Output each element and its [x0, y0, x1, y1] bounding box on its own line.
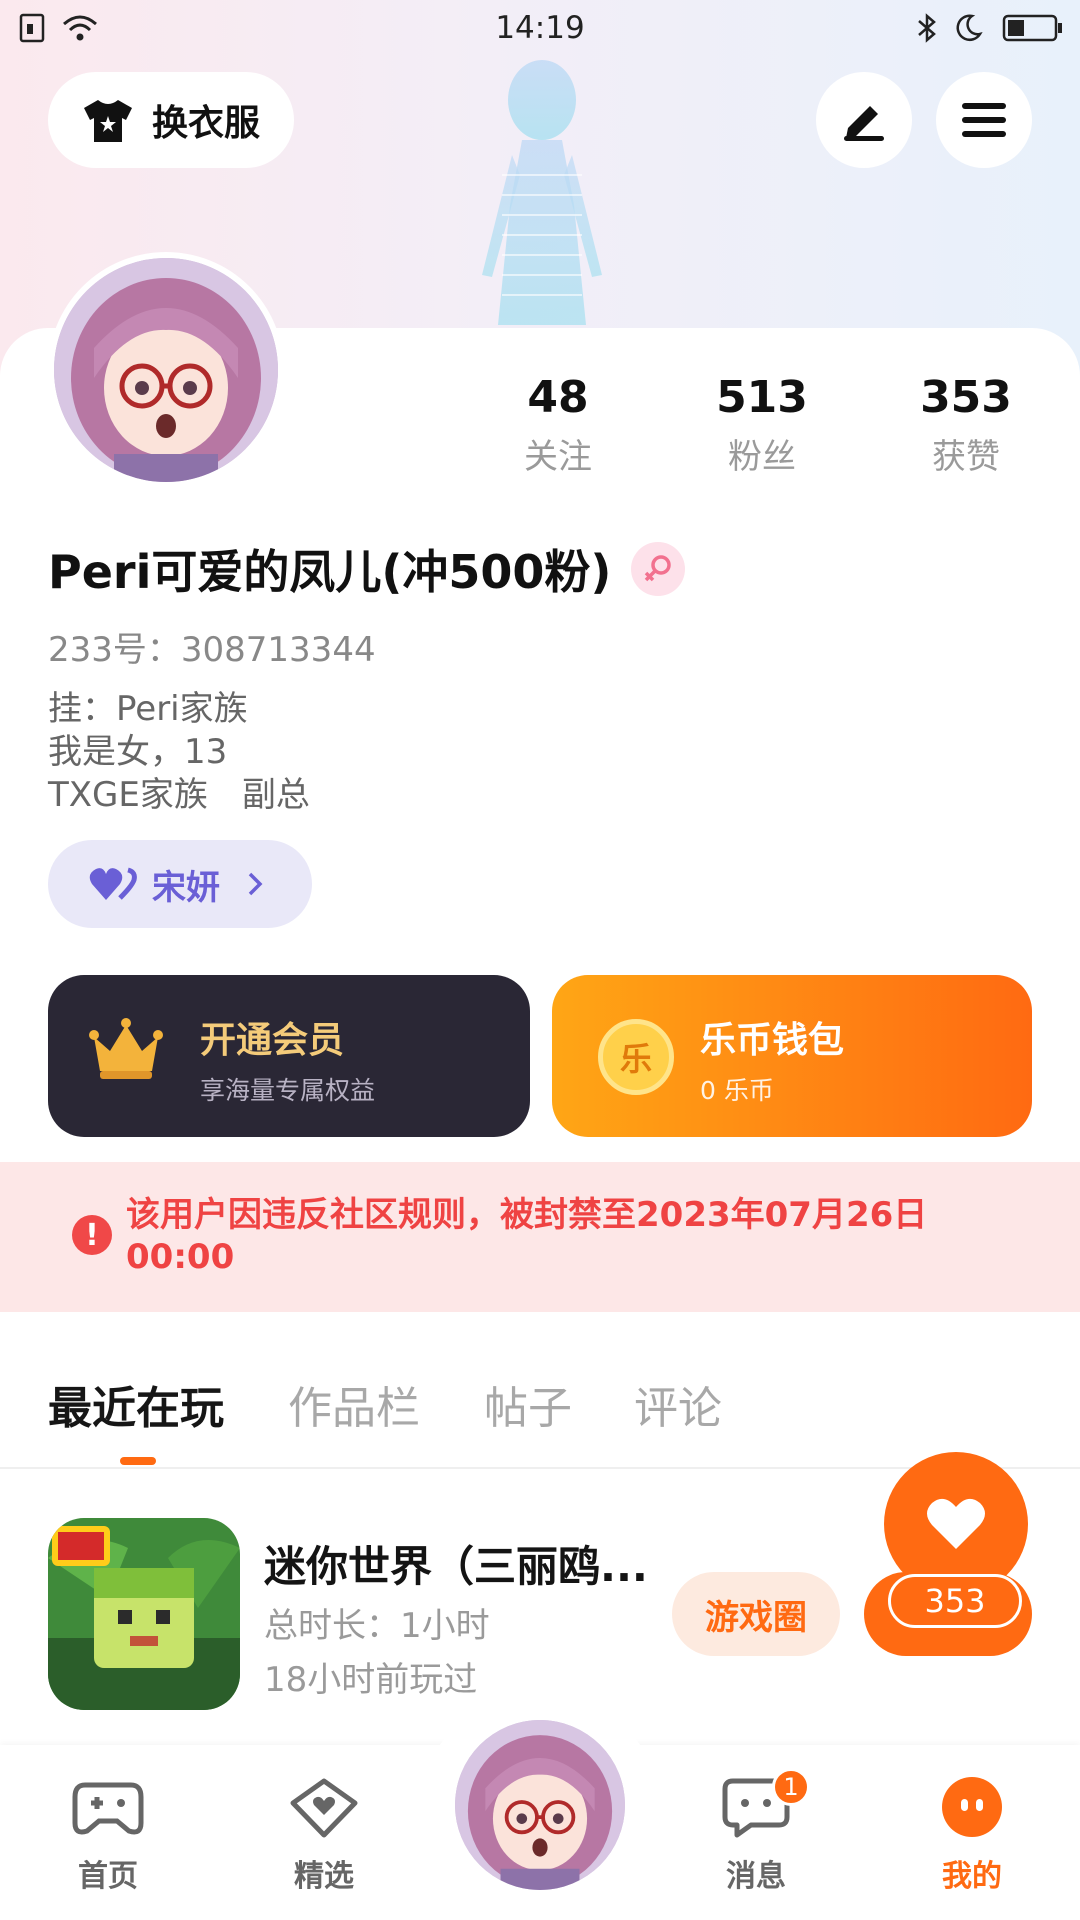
profile-face-icon	[942, 1777, 1002, 1837]
game-title[interactable]: 迷你世界（三丽鸥...	[264, 1533, 648, 1594]
double-heart-icon	[89, 867, 137, 900]
vip-membership-card[interactable]: 开通会员 享海量专属权益	[48, 975, 530, 1137]
menu-button[interactable]	[936, 72, 1032, 168]
bio-line: 我是女，13	[48, 732, 228, 772]
likes-label: 获赞	[932, 437, 1000, 477]
center-avatar-button[interactable]	[455, 1720, 625, 1890]
profile-tabs: 最近在玩 作品栏 帖子 评论	[0, 1372, 1080, 1468]
anime-girl-avatar-image	[455, 1720, 625, 1890]
battery-icon	[1002, 14, 1062, 42]
bio: 挂：Peri家族 我是女，13 TXGE家族 副总	[48, 688, 310, 817]
tab-recently-played[interactable]: 最近在玩	[48, 1372, 224, 1436]
nav-me-label: 我的	[942, 1859, 1002, 1894]
heart-icon	[927, 1498, 985, 1549]
vip-title: 开通会员	[200, 1020, 345, 1061]
profile-avatar[interactable]	[48, 252, 284, 488]
nav-home[interactable]: 首页	[38, 1775, 178, 1895]
likes-stat[interactable]: 353 获赞	[876, 372, 1056, 478]
unread-messages-badge: 1	[772, 1768, 810, 1806]
change-outfit-button[interactable]: 换衣服	[48, 72, 294, 168]
friend-name: 宋妍	[152, 867, 220, 908]
change-outfit-label: 换衣服	[152, 103, 261, 144]
bio-line: TXGE家族 副总	[48, 775, 310, 815]
followers-count: 513	[716, 372, 808, 423]
tab-works[interactable]: 作品栏	[288, 1372, 420, 1436]
likes-count: 353	[920, 372, 1012, 423]
wallet-title: 乐币钱包	[700, 1020, 845, 1061]
crown-icon	[89, 1018, 163, 1079]
following-stat[interactable]: 48 关注	[468, 372, 648, 478]
pen-icon	[844, 106, 884, 141]
wallet-card[interactable]: 乐 乐币钱包 0 乐币	[552, 975, 1032, 1137]
gamepad-icon	[72, 1782, 144, 1835]
bio-line: 挂：Peri家族	[48, 689, 248, 729]
active-tab-indicator	[120, 1457, 156, 1465]
do-not-disturb-moon-icon	[956, 14, 983, 41]
following-count: 48	[527, 372, 589, 423]
user-id: 233号：308713344	[48, 630, 376, 670]
following-label: 关注	[524, 437, 592, 477]
coin-icon: 乐	[598, 1019, 674, 1095]
nav-featured[interactable]: 精选	[254, 1775, 394, 1895]
heart-shield-icon	[290, 1778, 358, 1838]
hamburger-menu-icon	[962, 103, 1006, 137]
nav-messages-label: 消息	[726, 1859, 786, 1894]
game-thumbnail[interactable]	[48, 1518, 240, 1710]
followers-stat[interactable]: 513 粉丝	[672, 372, 852, 478]
game-circle-button[interactable]: 游戏圈	[672, 1572, 840, 1656]
bluetooth-icon	[918, 13, 936, 43]
ban-notice-banner: ! 该用户因违反社区规则，被封禁至2023年07月26日 00:00	[0, 1162, 1080, 1312]
mini-world-game-icon	[48, 1518, 240, 1710]
followers-label: 粉丝	[728, 437, 796, 477]
female-gender-icon	[631, 542, 686, 596]
vip-subtitle: 享海量专属权益	[200, 1076, 376, 1105]
tshirt-icon	[84, 100, 132, 142]
ban-notice-text: 该用户因违反社区规则，被封禁至2023年07月26日 00:00	[126, 1195, 928, 1277]
tab-comments[interactable]: 评论	[634, 1372, 722, 1436]
friend-relationship-chip[interactable]: 宋妍	[48, 840, 312, 928]
chevron-right-icon	[248, 872, 263, 896]
username-row: Peri可爱的凤儿(冲500粉)	[48, 536, 686, 602]
edit-profile-button[interactable]	[816, 72, 912, 168]
username: Peri可爱的凤儿(冲500粉)	[48, 545, 612, 599]
like-count-badge: 353	[888, 1574, 1022, 1628]
anime-girl-avatar-image	[54, 258, 278, 482]
status-bar: 14:19	[0, 0, 1080, 58]
avatar-3d-figure	[482, 60, 602, 325]
game-last-played: 18小时前玩过	[264, 1660, 478, 1700]
game-total-duration: 总时长：1小时	[264, 1606, 490, 1646]
nav-me[interactable]: 我的	[902, 1775, 1042, 1895]
nav-home-label: 首页	[78, 1859, 138, 1894]
warning-icon: !	[72, 1215, 112, 1255]
tab-posts[interactable]: 帖子	[484, 1372, 572, 1436]
nav-featured-label: 精选	[294, 1859, 354, 1894]
wallet-balance: 0 乐币	[700, 1076, 774, 1105]
